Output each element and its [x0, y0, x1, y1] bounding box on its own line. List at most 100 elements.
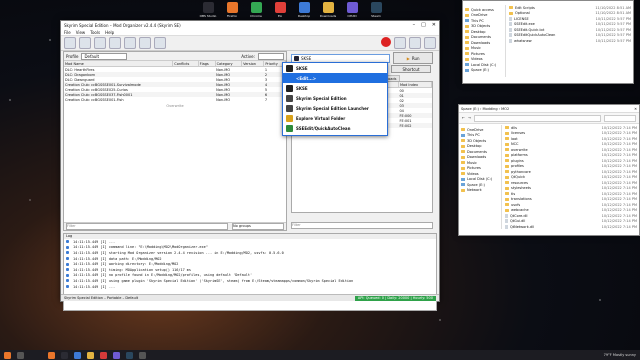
mod-filter-row: Filter No groups	[64, 222, 286, 230]
profiles-icon[interactable]	[109, 37, 121, 49]
dropdown-item[interactable]: SSEEdit/QuickAutoClean	[283, 123, 387, 133]
nav-label: Documents	[471, 35, 491, 40]
file-name: dlls	[511, 125, 517, 130]
start-icon[interactable]	[4, 351, 11, 359]
nav-item[interactable]: Space (E:)	[463, 68, 505, 74]
menu-help[interactable]: Help	[105, 30, 114, 35]
menu-file[interactable]: File	[64, 30, 71, 35]
taskbar-app-icon[interactable]	[48, 351, 55, 359]
app-icon	[322, 2, 334, 13]
back-arrow-icon[interactable]: ←	[462, 116, 465, 120]
file-name: Optional	[515, 11, 530, 16]
help-icon[interactable]	[424, 37, 436, 49]
shortcut-button[interactable]: Shortcut	[391, 65, 431, 73]
executables-icon[interactable]	[124, 37, 136, 49]
folder-icon	[505, 208, 509, 212]
nav-label: Videos	[471, 57, 483, 62]
file-icon	[509, 33, 512, 38]
install-mod-icon[interactable]	[94, 37, 106, 49]
update-icon[interactable]	[409, 37, 421, 49]
menu-bar: File View Tools Help	[61, 29, 439, 36]
minimize-icon[interactable]: –	[413, 22, 416, 28]
dropdown-item[interactable]: Explore Virtual Folder	[283, 113, 387, 123]
dropdown-item[interactable]: SKSE	[283, 63, 387, 73]
dropdown-item[interactable]: Skyrim Special Edition Launcher	[283, 103, 387, 113]
app-icon	[226, 2, 238, 13]
nexus-icon[interactable]	[79, 37, 91, 49]
file-row[interactable]: QtNetwork.dll 10/12/2022 7:14 PM	[503, 224, 639, 230]
folder-icon	[505, 186, 509, 190]
info-icon	[66, 279, 69, 283]
status-bar: Skyrim Special Edition – Portable – Defa…	[61, 294, 439, 301]
file-date: 10/12/2022 7:14 PM	[601, 208, 637, 213]
taskbar-app-icon[interactable]	[100, 351, 107, 359]
nav-icon	[465, 35, 469, 39]
info-icon	[66, 240, 69, 244]
dropdown-item[interactable]: <Edit...>	[283, 73, 387, 83]
taskbar-app-icon[interactable]	[74, 351, 81, 359]
file-date: 10/12/2022 7:14 PM	[601, 224, 637, 229]
folder-icon	[505, 126, 509, 130]
log-text: 14:11:15.449 [I] starting Mod Organizer …	[73, 250, 284, 255]
overwrite-row[interactable]: Overwrite	[64, 104, 286, 108]
explorer-address-bar: ← →	[459, 113, 639, 124]
settings-icon[interactable]	[154, 37, 166, 49]
menu-view[interactable]: View	[76, 30, 86, 35]
taskbar-app-icon[interactable]	[87, 351, 94, 359]
desktop-shortcut[interactable]: Desktop	[294, 2, 314, 18]
desktop-shortcut[interactable]: Chrome	[246, 2, 266, 18]
close-icon[interactable]: ✕	[432, 22, 436, 28]
nav-icon	[461, 150, 465, 154]
file-row[interactable]: whatsnew 10/11/2022 5:57 PM	[507, 38, 633, 44]
desktop-shortcut[interactable]: CPUID	[342, 2, 362, 18]
active-count	[258, 52, 284, 60]
skse-icon	[294, 55, 299, 61]
nav-icon	[461, 161, 465, 165]
nav-label: Space (E:)	[467, 182, 485, 187]
desktop-shortcut[interactable]: Downloads	[318, 2, 338, 18]
weather-text[interactable]: 79°F Mostly sunny	[604, 353, 636, 357]
notifications-icon[interactable]	[394, 37, 406, 49]
address-input[interactable]	[473, 114, 601, 122]
profile-select[interactable]: Default	[81, 52, 128, 60]
plugin-index: FE:002	[398, 123, 432, 128]
file-name: QtCore.dll	[510, 213, 528, 218]
desktop-shortcut[interactable]: EA	[270, 2, 290, 18]
tools-icon[interactable]	[139, 37, 151, 49]
maximize-icon[interactable]: □	[421, 22, 426, 28]
taskbar-app-icon[interactable]	[126, 351, 133, 359]
mod-filter-input[interactable]: Filter	[66, 223, 228, 230]
forward-arrow-icon[interactable]: →	[468, 116, 471, 120]
nav-label: Pictures	[471, 51, 485, 56]
app-icon	[274, 2, 286, 13]
taskbar-app-icon[interactable]	[139, 351, 146, 359]
endorse-heart-icon[interactable]	[381, 37, 391, 47]
dropdown-item[interactable]: SKSE	[283, 83, 387, 93]
file-date: 10/11/2022 5:57 PM	[595, 38, 631, 43]
taskbar-app-icon[interactable]	[61, 351, 68, 359]
mod-row[interactable]: Creation Club: ccBGSSSE001-Fish Non-MO 7	[64, 97, 286, 102]
instance-icon[interactable]	[64, 37, 76, 49]
search-icon[interactable]	[17, 351, 24, 359]
titlebar: Skyrim Special Edition – Mod Organizer v…	[61, 21, 439, 29]
dropdown-item[interactable]: Skyrim Special Edition	[283, 93, 387, 103]
folder-icon	[505, 148, 509, 152]
file-date: 10/12/2022 7:14 PM	[601, 153, 637, 158]
groups-select[interactable]: No groups	[232, 223, 284, 230]
menu-tools[interactable]: Tools	[90, 30, 100, 35]
desktop-shortcut[interactable]: OBS Studio	[198, 2, 218, 18]
close-icon[interactable]: ✕	[634, 107, 637, 111]
taskbar-app-icon[interactable]	[113, 351, 120, 359]
profile-row: Profile Default Active:	[64, 52, 286, 61]
file-name: LICENSE	[514, 16, 529, 21]
api-status-badge: API: Queued: 0 | Daily: 20000 | Hourly: …	[354, 295, 436, 301]
nav-item[interactable]: Network	[459, 188, 501, 194]
file-name: SSEEdit.exe	[514, 22, 535, 27]
plugin-filter-input[interactable]: Filter	[291, 222, 433, 229]
dropdown-item-label: SKSE	[296, 65, 308, 71]
desktop-shortcut[interactable]: Firefox	[222, 2, 242, 18]
search-input[interactable]	[604, 114, 636, 122]
run-button[interactable]: ▶ Run	[393, 52, 433, 64]
desktop-shortcut[interactable]: Steam	[366, 2, 386, 18]
mod-version	[242, 97, 264, 102]
